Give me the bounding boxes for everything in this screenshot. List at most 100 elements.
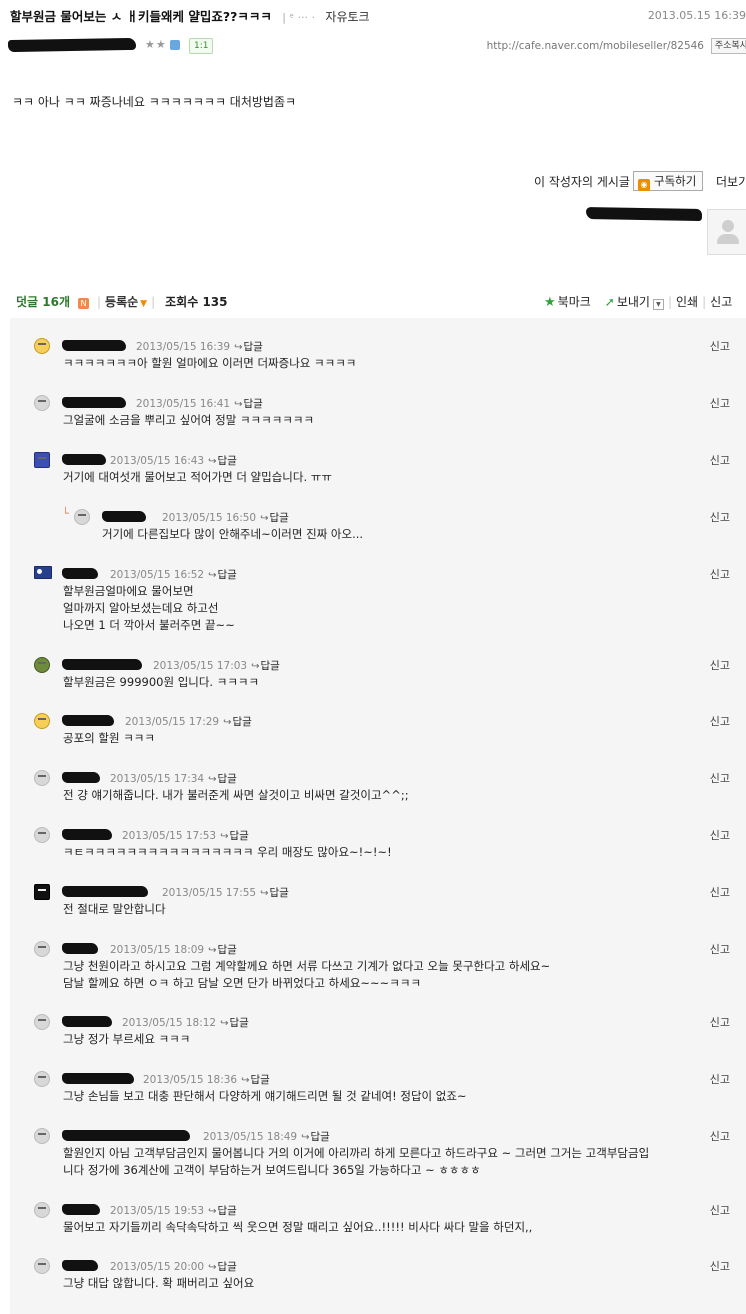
commenter-name-redacted[interactable] <box>62 568 98 579</box>
more-link[interactable]: 더보기 <box>716 173 746 190</box>
sort-dropdown[interactable]: 등록순 ▼ <box>105 295 147 309</box>
commenter-avatar[interactable] <box>34 1202 50 1218</box>
commenter-avatar[interactable] <box>34 566 52 579</box>
subscribe-button[interactable]: ◉ 구독하기 <box>633 171 704 191</box>
report-comment-button[interactable]: 신고 <box>710 1128 730 1144</box>
commenter-avatar[interactable] <box>34 713 50 729</box>
commenter-name-redacted[interactable] <box>62 659 142 670</box>
report-comment-button[interactable]: 신고 <box>710 1258 730 1274</box>
commenter-avatar[interactable] <box>34 827 50 843</box>
reply-button[interactable]: ↪답글 <box>234 398 263 410</box>
reply-button[interactable]: ↪답글 <box>241 1074 270 1086</box>
report-comment-button[interactable]: 신고 <box>710 1202 730 1218</box>
reply-button[interactable]: ↪답글 <box>234 341 263 353</box>
report-comment-button[interactable]: 신고 <box>710 884 730 900</box>
author-posts-link[interactable]: 이 작성자의 게시글 <box>534 173 630 190</box>
commenter-name-redacted[interactable] <box>62 886 148 897</box>
commenter-avatar[interactable] <box>34 338 50 354</box>
reply-arrow-icon: ↪ <box>301 1132 310 1143</box>
commenter-name-redacted[interactable] <box>62 1130 190 1141</box>
comment-time: 2013/05/15 18:36 <box>143 1074 238 1086</box>
commenter-name-redacted[interactable] <box>62 772 100 783</box>
report-comment-button[interactable]: 신고 <box>710 941 730 957</box>
report-comment-button[interactable]: 신고 <box>710 452 730 468</box>
comment-time: 2013/05/15 17:55 <box>162 887 257 899</box>
post-body: ㅋㅋ 아나 ㅋㅋ 짜증나네요 ㅋㅋㅋㅋㅋㅋㅋ 대처방법좀ㅋ <box>12 95 297 109</box>
reply-button[interactable]: ↪답글 <box>220 1017 249 1029</box>
commenter-name-redacted[interactable] <box>62 715 114 726</box>
reply-button[interactable]: ↪답글 <box>260 512 289 524</box>
comment-text: 그얼굴에 소금을 뿌리고 싶어여 정말 ㅋㅋㅋㅋㅋㅋㅋ <box>63 413 315 427</box>
nested-reply-icon: └ <box>62 507 69 520</box>
cafe-member-icon <box>170 40 180 50</box>
comment-time: 2013/05/15 16:43 <box>110 455 205 467</box>
reply-button[interactable]: ↪답글 <box>220 830 249 842</box>
reply-button[interactable]: ↪답글 <box>208 455 237 467</box>
commenter-name-redacted[interactable] <box>62 829 112 840</box>
commenter-name-redacted[interactable] <box>62 454 106 465</box>
comment-meta: 2013/05/15 16:39 ↪답글 <box>136 339 263 354</box>
reply-button[interactable]: ↪답글 <box>208 569 237 581</box>
commenter-avatar[interactable] <box>34 657 50 673</box>
commenter-name-redacted[interactable] <box>62 1204 100 1215</box>
report-comment-button[interactable]: 신고 <box>710 827 730 843</box>
commenter-avatar[interactable] <box>34 1258 50 1274</box>
report-comment-button[interactable]: 신고 <box>710 566 730 582</box>
comment-text: 할원인지 아님 고객부담금인지 물어봅니다 거의 이거에 아리까리 하게 모른다… <box>63 1146 650 1160</box>
commenter-avatar[interactable] <box>34 770 50 786</box>
commenter-avatar[interactable] <box>34 1014 50 1030</box>
commenter-name-redacted[interactable] <box>62 397 126 408</box>
commenter-name-redacted[interactable] <box>62 1073 134 1084</box>
reply-button[interactable]: ↪답글 <box>301 1131 330 1143</box>
reply-button[interactable]: ↪답글 <box>260 887 289 899</box>
comment-time: 2013/05/15 16:52 <box>110 569 205 581</box>
commenter-avatar[interactable] <box>34 941 50 957</box>
reply-button[interactable]: ↪답글 <box>208 1261 237 1273</box>
send-dropdown-icon[interactable]: ▼ <box>652 299 664 310</box>
report-comment-button[interactable]: 신고 <box>710 338 730 354</box>
commenter-name-redacted[interactable] <box>62 1260 98 1271</box>
report-comment-button[interactable]: 신고 <box>710 657 730 673</box>
send-button[interactable]: 보내기 <box>617 295 650 309</box>
report-comment-button[interactable]: 신고 <box>710 770 730 786</box>
comment-meta: 2013/05/15 19:53 ↪답글 <box>110 1203 237 1218</box>
copy-url-button[interactable]: 주소복사 <box>710 38 746 54</box>
reply-arrow-icon: ↪ <box>234 399 243 410</box>
print-button[interactable]: 인쇄 <box>676 295 698 309</box>
report-comment-button[interactable]: 신고 <box>710 509 730 525</box>
commenter-avatar[interactable] <box>34 1128 50 1144</box>
chat-badge[interactable]: 1:1 <box>189 38 214 54</box>
comment-text: 공포의 할원 ㅋㅋㅋ <box>63 731 155 745</box>
board-link[interactable]: 자유토크 <box>325 10 369 24</box>
author-name-redacted[interactable] <box>7 37 137 53</box>
commenter-avatar[interactable] <box>34 452 50 468</box>
reply-button[interactable]: ↪답글 <box>251 660 280 672</box>
reply-button[interactable]: ↪답글 <box>208 1205 237 1217</box>
comment-meta: 2013/05/15 16:52 ↪답글 <box>110 567 237 582</box>
reply-button[interactable]: ↪답글 <box>208 773 237 785</box>
report-post-button[interactable]: 신고 <box>710 295 732 309</box>
comment-meta: 2013/05/15 18:09 ↪답글 <box>110 942 237 957</box>
commenter-name-redacted[interactable] <box>62 943 98 954</box>
bookmark-button[interactable]: ★ 북마크 <box>544 295 591 310</box>
report-comment-button[interactable]: 신고 <box>710 1014 730 1030</box>
commenter-name-redacted[interactable] <box>62 1016 112 1027</box>
report-comment-button[interactable]: 신고 <box>710 1071 730 1087</box>
commenter-name-redacted[interactable] <box>102 511 146 522</box>
commenter-avatar[interactable] <box>34 395 50 411</box>
commenter-avatar[interactable] <box>34 1071 50 1087</box>
reply-button[interactable]: ↪답글 <box>223 716 252 728</box>
commenter-avatar[interactable] <box>34 884 50 900</box>
comment-text: 얼마까지 알아보셨는데요 하고선 <box>63 601 219 615</box>
commenter-name-redacted[interactable] <box>62 340 126 351</box>
commenter-avatar[interactable] <box>74 509 90 525</box>
profile-avatar[interactable] <box>707 209 746 255</box>
comment-meta: 2013/05/15 17:03 ↪답글 <box>153 658 280 673</box>
comment-text: 거기에 다른집보다 많이 안해주네~이러면 진짜 아오... <box>102 527 364 541</box>
comment-time: 2013/05/15 17:34 <box>110 773 205 785</box>
post-url[interactable]: http://cafe.naver.com/mobileseller/82546 <box>487 40 704 52</box>
report-comment-button[interactable]: 신고 <box>710 713 730 729</box>
report-comment-button[interactable]: 신고 <box>710 395 730 411</box>
comment-time: 2013/05/15 18:12 <box>122 1017 217 1029</box>
reply-button[interactable]: ↪답글 <box>208 944 237 956</box>
